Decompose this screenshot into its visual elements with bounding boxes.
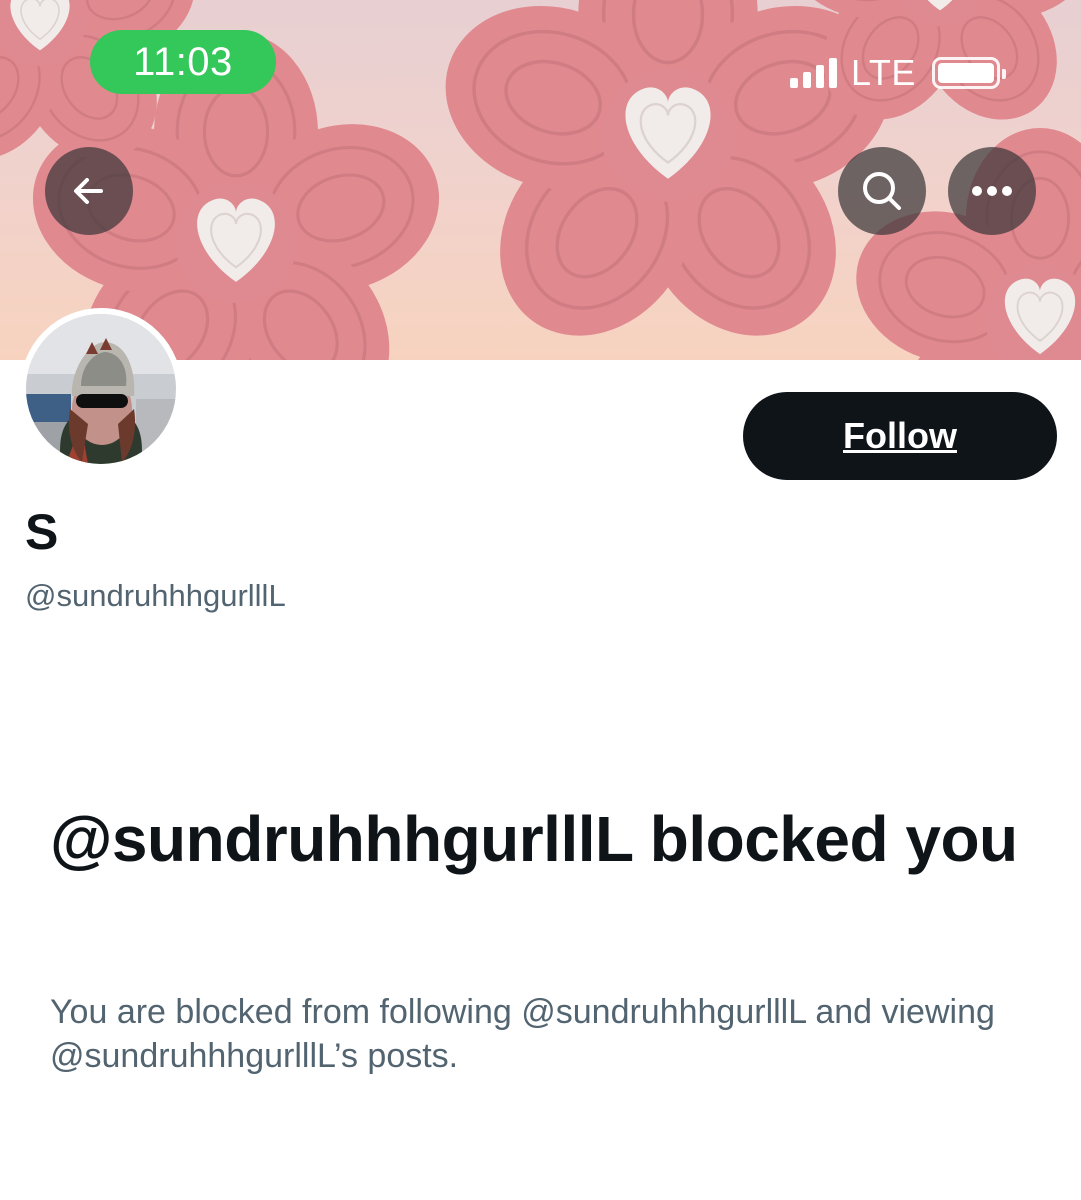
search-button[interactable]: [838, 147, 926, 235]
search-icon: [863, 172, 901, 210]
status-indicators: LTE: [790, 50, 1006, 96]
status-time: 11:03: [90, 30, 276, 94]
more-horizontal-icon: [972, 186, 1012, 196]
avatar[interactable]: [20, 308, 182, 470]
battery-icon: [931, 57, 1006, 89]
follow-button[interactable]: Follow: [743, 392, 1057, 480]
signal-icon: [790, 58, 837, 88]
back-button[interactable]: [45, 147, 133, 235]
blocked-title: @sundruhhhgurlllL blocked you: [50, 803, 1018, 875]
more-button[interactable]: [948, 147, 1036, 235]
profile-handle: @sundruhhhgurlllL: [25, 578, 286, 613]
network-label: LTE: [851, 52, 916, 93]
blocked-description: You are blocked from following @sundruhh…: [50, 993, 995, 1075]
display-name: S: [25, 504, 59, 560]
avatar-photo: [26, 314, 176, 464]
arrow-left-icon: [74, 178, 103, 204]
